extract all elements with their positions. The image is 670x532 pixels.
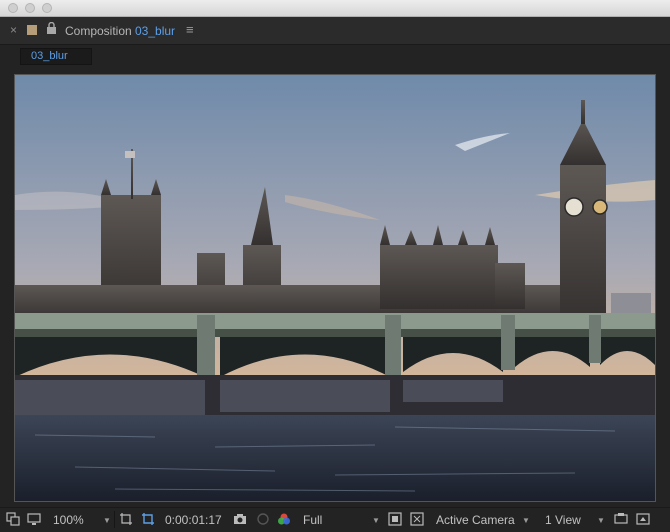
views-value: 1 View xyxy=(545,513,581,527)
chevron-down-icon[interactable]: ▼ xyxy=(597,516,605,525)
monitor-icon[interactable] xyxy=(27,512,41,526)
toggle-pixel-aspect-icon[interactable] xyxy=(614,512,628,526)
resolution-grid-icon[interactable] xyxy=(119,512,133,526)
chevron-down-icon[interactable]: ▼ xyxy=(372,516,380,525)
channel-rgb-icon[interactable] xyxy=(277,512,291,526)
timecode-display[interactable]: 0:00:01:17 xyxy=(165,513,222,527)
camera-snapshot-icon[interactable] xyxy=(233,512,247,526)
panel-menu-icon[interactable]: ≡ xyxy=(186,22,194,37)
chevron-down-icon[interactable]: ▼ xyxy=(103,516,111,525)
reset-exposure-icon[interactable] xyxy=(636,512,650,526)
active-camera-dropdown[interactable]: Active Camera xyxy=(436,513,515,527)
comp-tab-03-blur[interactable]: 03_blur xyxy=(20,48,92,65)
window-close-button[interactable] xyxy=(8,3,18,13)
divider xyxy=(114,511,115,528)
region-of-interest-icon[interactable] xyxy=(141,512,155,526)
comp-name-dropdown[interactable]: 03_blur xyxy=(135,24,175,38)
close-panel-icon[interactable]: × xyxy=(10,23,17,37)
window-minimize-button[interactable] xyxy=(25,3,35,13)
resolution-value: Full xyxy=(303,513,323,527)
composition-viewer[interactable] xyxy=(14,74,656,502)
composition-panel-header: × Composition 03_blur ≡ xyxy=(0,17,670,45)
zoom-dropdown[interactable]: 100% xyxy=(53,513,84,527)
view-layout-dropdown[interactable]: 1 View xyxy=(545,513,581,527)
transparency-grid-icon[interactable] xyxy=(410,512,424,526)
zoom-value: 100% xyxy=(53,513,84,527)
comp-navigator-bar: 03_blur xyxy=(0,45,670,67)
panel-title-label: Composition xyxy=(65,24,132,38)
lock-icon[interactable] xyxy=(46,22,57,34)
chevron-down-icon[interactable]: ▼ xyxy=(522,516,530,525)
always-preview-icon[interactable] xyxy=(6,512,20,526)
composition-frame-image xyxy=(15,75,655,501)
resolution-dropdown[interactable]: Full xyxy=(303,513,322,527)
show-snapshot-icon[interactable] xyxy=(256,512,270,526)
window-titlebar xyxy=(0,0,670,17)
camera-value: Active Camera xyxy=(436,513,515,527)
viewer-footer-toolbar: 100% ▼ 0:00:01:17 Full ▼ Active Camera ▼… xyxy=(0,507,670,532)
label-color-swatch[interactable] xyxy=(27,25,37,35)
window-zoom-button[interactable] xyxy=(42,3,52,13)
fast-previews-icon[interactable] xyxy=(388,512,402,526)
